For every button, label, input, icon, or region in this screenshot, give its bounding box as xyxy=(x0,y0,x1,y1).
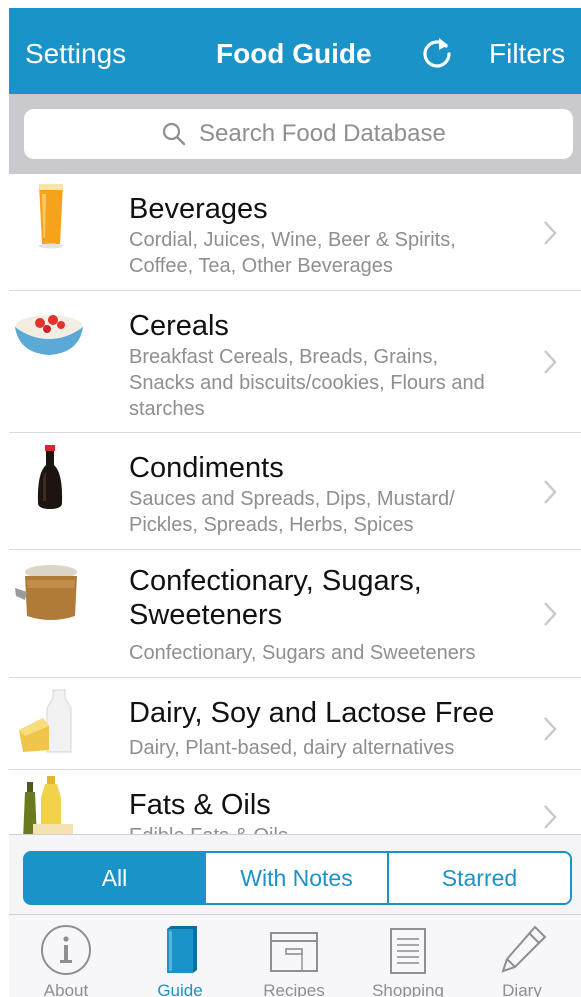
tab-bar: About Guide Recipes Shopping Diary xyxy=(9,914,581,997)
row-title: Confectionary, Sugars, Sweeteners xyxy=(129,565,422,631)
row-title: Fats & Oils xyxy=(129,789,271,821)
segment-all[interactable]: All xyxy=(23,851,206,905)
settings-button[interactable]: Settings xyxy=(25,38,126,70)
tab-about[interactable]: About xyxy=(9,915,123,997)
row-subtitle: Cordial, Juices, Wine, Beer & Spirits, C… xyxy=(129,229,456,277)
book-icon xyxy=(167,926,197,973)
list-item-confectionary[interactable]: Confectionary, Sugars, Sweeteners Confec… xyxy=(9,550,581,678)
notepad-icon xyxy=(390,928,426,974)
category-list: Beverages Cordial, Juices, Wine, Beer & … xyxy=(9,174,581,834)
status-bar-strip xyxy=(0,0,581,8)
tab-label: About xyxy=(43,981,89,997)
soy-sauce-bottle-icon xyxy=(37,445,63,509)
row-title: Cereals xyxy=(129,310,229,342)
list-item-beverages[interactable]: Beverages Cordial, Juices, Wine, Beer & … xyxy=(9,174,581,291)
segment-starred[interactable]: Starred xyxy=(387,851,572,905)
row-title: Beverages xyxy=(129,193,268,225)
recipe-box-icon xyxy=(270,932,318,972)
row-title: Condiments xyxy=(129,452,284,484)
tab-diary[interactable]: Diary xyxy=(465,915,579,997)
segment-with-notes[interactable]: With Notes xyxy=(204,851,389,905)
cereal-bowl-icon xyxy=(15,315,83,355)
left-edge-strip xyxy=(0,0,9,997)
row-subtitle: Edible Fats & Oils xyxy=(129,823,288,834)
row-subtitle: Breakfast Cereals, Breads, Grains, Snack… xyxy=(129,346,485,420)
tab-label: Recipes xyxy=(263,981,325,997)
row-subtitle: Confectionary, Sugars and Sweeteners xyxy=(129,642,476,664)
list-item-cereals[interactable]: Cereals Breakfast Cereals, Breads, Grain… xyxy=(9,291,581,433)
filters-button[interactable]: Filters xyxy=(489,38,565,70)
tab-guide[interactable]: Guide xyxy=(123,915,237,997)
search-placeholder: Search Food Database xyxy=(199,120,446,147)
search-bar: Search Food Database xyxy=(9,94,581,174)
list-item-fats-oils[interactable]: Fats & Oils Edible Fats & Oils xyxy=(9,770,581,834)
chevron-right-icon xyxy=(544,717,557,741)
chevron-right-icon xyxy=(544,602,557,626)
row-subtitle: Dairy, Plant-based, dairy alternatives xyxy=(129,737,455,759)
search-icon xyxy=(162,122,186,146)
page-title: Food Guide xyxy=(216,38,372,69)
chevron-right-icon xyxy=(544,350,557,374)
row-subtitle: Sauces and Spreads, Dips, Mustard/ Pickl… xyxy=(129,488,455,536)
tab-label: Guide xyxy=(157,981,203,997)
chevron-right-icon xyxy=(544,480,557,504)
milk-cheese-icon xyxy=(19,689,72,753)
navigation-bar: Settings Food Guide Filters xyxy=(9,8,581,94)
tab-recipes[interactable]: Recipes xyxy=(237,915,351,997)
refresh-icon[interactable] xyxy=(419,35,455,71)
oil-bottles-icon xyxy=(23,776,73,834)
list-item-dairy[interactable]: Dairy, Soy and Lactose Free Dairy, Plant… xyxy=(9,678,581,770)
search-input[interactable]: Search Food Database xyxy=(24,109,573,159)
filter-segment-bar: All With Notes Starred xyxy=(9,834,581,914)
pencil-icon xyxy=(501,925,547,973)
orange-juice-icon xyxy=(39,184,63,249)
row-title: Dairy, Soy and Lactose Free xyxy=(129,697,495,729)
tab-label: Shopping xyxy=(372,981,444,997)
sugar-jar-icon xyxy=(15,565,77,620)
chevron-right-icon xyxy=(544,221,557,245)
info-icon xyxy=(41,925,91,975)
tab-shopping[interactable]: Shopping xyxy=(351,915,465,997)
list-item-condiments[interactable]: Condiments Sauces and Spreads, Dips, Mus… xyxy=(9,433,581,550)
chevron-right-icon xyxy=(544,805,557,829)
tab-label: Diary xyxy=(502,981,542,997)
